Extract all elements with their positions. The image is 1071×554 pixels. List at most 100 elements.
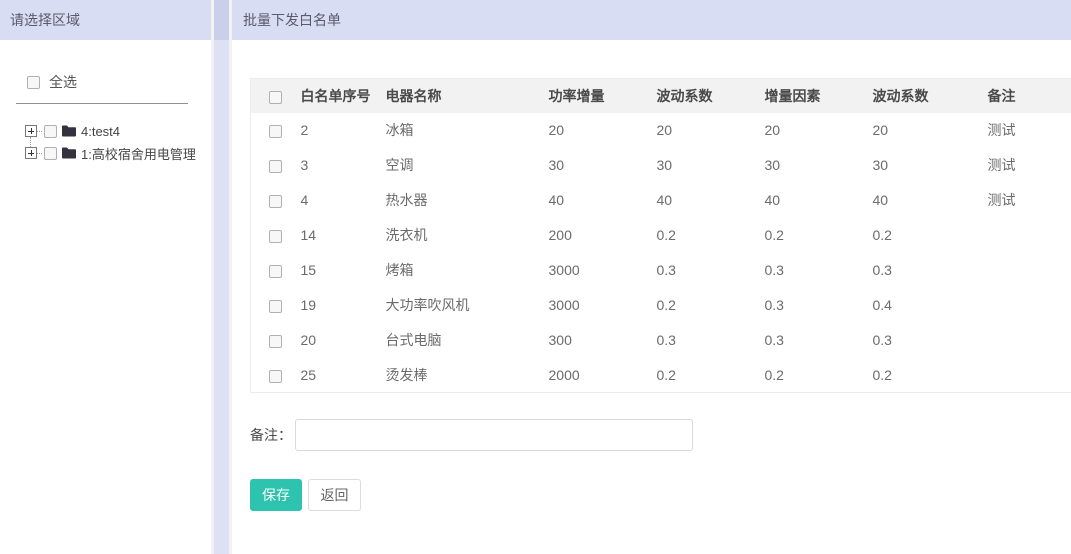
row-checkbox[interactable] [269, 195, 282, 208]
row-checkbox-cell [251, 253, 301, 288]
table-cell [988, 323, 1071, 358]
table-cell: 0.2 [765, 358, 873, 393]
table-cell: 大功率吹风机 [386, 288, 549, 323]
table-cell: 0.3 [765, 288, 873, 323]
table-row: 14洗衣机2000.20.20.2 [251, 218, 1071, 253]
table-cell: 20 [765, 113, 873, 148]
table-row: 2冰箱20202020测试 [251, 113, 1071, 148]
table-cell: 0.2 [657, 358, 765, 393]
row-checkbox[interactable] [269, 335, 282, 348]
remark-row: 备注： [250, 419, 1071, 451]
back-button[interactable]: 返回 [308, 479, 361, 511]
row-checkbox[interactable] [269, 160, 282, 173]
main-panel: 批量下发白名单 白名单序号电器名称功率增量波动系数增量因素波动系数备注 2冰箱2… [232, 0, 1071, 554]
column-header: 电器名称 [386, 79, 549, 113]
sidebar-divider [16, 103, 188, 104]
select-all-label[interactable]: 全选 [49, 72, 77, 92]
select-all-row: 全选 [27, 72, 211, 92]
region-sidebar: 请选择区域 全选 4:test4 1:高校宿舍用电管理 [0, 0, 211, 554]
table-row: 25烫发棒20000.20.20.2 [251, 358, 1071, 393]
table-cell: 冰箱 [386, 113, 549, 148]
table-cell: 20 [657, 113, 765, 148]
tree-node: 4:test4 [25, 120, 211, 142]
row-checkbox[interactable] [269, 265, 282, 278]
row-checkbox[interactable] [269, 300, 282, 313]
table-header-row: 白名单序号电器名称功率增量波动系数增量因素波动系数备注 [251, 79, 1071, 113]
table-cell: 14 [301, 218, 386, 253]
table-cell: 19 [301, 288, 386, 323]
remark-input[interactable] [295, 419, 693, 451]
tree-node-checkbox[interactable] [44, 147, 57, 160]
row-checkbox-cell [251, 218, 301, 253]
region-tree: 4:test4 1:高校宿舍用电管理 [0, 120, 211, 164]
table-cell: 40 [873, 183, 988, 218]
panel-gutter [211, 0, 232, 554]
save-button[interactable]: 保存 [250, 479, 302, 511]
table-cell: 0.3 [873, 253, 988, 288]
table-cell: 测试 [988, 183, 1071, 218]
table-row: 4热水器40404040测试 [251, 183, 1071, 218]
button-row: 保存 返回 [250, 479, 1071, 511]
row-checkbox[interactable] [269, 230, 282, 243]
tree-dotted-connector [37, 153, 42, 154]
table-cell: 测试 [988, 113, 1071, 148]
table-cell: 0.3 [873, 323, 988, 358]
table-row: 3空调30303030测试 [251, 148, 1071, 183]
folder-icon [62, 125, 76, 137]
table-cell: 0.2 [657, 288, 765, 323]
table-cell: 30 [657, 148, 765, 183]
table-cell: 0.3 [765, 323, 873, 358]
gutter-strip [214, 0, 229, 554]
tree-node-label[interactable]: 1:高校宿舍用电管理 [81, 144, 196, 163]
column-header: 功率增量 [549, 79, 657, 113]
table-cell [988, 253, 1071, 288]
column-header: 白名单序号 [301, 79, 386, 113]
row-checkbox[interactable] [269, 125, 282, 138]
select-all-checkbox[interactable] [27, 76, 40, 89]
remark-label: 备注： [250, 425, 292, 445]
table-cell: 0.2 [873, 218, 988, 253]
table-cell [988, 288, 1071, 323]
table-cell: 3000 [549, 288, 657, 323]
select-all-rows-checkbox[interactable] [269, 91, 282, 104]
plus-expander-icon[interactable] [25, 125, 37, 137]
table-cell: 0.2 [657, 218, 765, 253]
table-cell: 4 [301, 183, 386, 218]
row-checkbox-cell [251, 288, 301, 323]
table-cell: 25 [301, 358, 386, 393]
table-cell: 40 [549, 183, 657, 218]
tree-node-checkbox[interactable] [44, 125, 57, 138]
table-cell: 2 [301, 113, 386, 148]
table-cell: 烤箱 [386, 253, 549, 288]
table-cell: 0.3 [657, 323, 765, 358]
table-cell [988, 358, 1071, 393]
tree-node: 1:高校宿舍用电管理 [25, 142, 211, 164]
folder-icon [62, 147, 76, 159]
table-cell: 空调 [386, 148, 549, 183]
table-cell: 300 [549, 323, 657, 358]
table-cell: 15 [301, 253, 386, 288]
tree-dotted-connector [37, 131, 42, 132]
row-checkbox-cell [251, 323, 301, 358]
table-cell: 30 [549, 148, 657, 183]
row-checkbox-cell [251, 113, 301, 148]
column-header: 备注 [988, 79, 1071, 113]
table-row: 19大功率吹风机30000.20.30.4 [251, 288, 1071, 323]
gutter-strip-top [214, 0, 229, 40]
row-checkbox[interactable] [269, 370, 282, 383]
row-checkbox-cell [251, 183, 301, 218]
table-cell: 2000 [549, 358, 657, 393]
table-cell [988, 218, 1071, 253]
table-row: 20台式电脑3000.30.30.3 [251, 323, 1071, 358]
table-cell: 0.4 [873, 288, 988, 323]
column-header: 波动系数 [873, 79, 988, 113]
column-header: 增量因素 [765, 79, 873, 113]
tree-node-label[interactable]: 4:test4 [81, 124, 120, 139]
plus-expander-icon[interactable] [25, 147, 37, 159]
whitelist-table: 白名单序号电器名称功率增量波动系数增量因素波动系数备注 2冰箱20202020测… [250, 78, 1071, 393]
table-cell: 台式电脑 [386, 323, 549, 358]
table-cell: 测试 [988, 148, 1071, 183]
table-cell: 3000 [549, 253, 657, 288]
table-cell: 0.3 [657, 253, 765, 288]
table-cell: 20 [301, 323, 386, 358]
